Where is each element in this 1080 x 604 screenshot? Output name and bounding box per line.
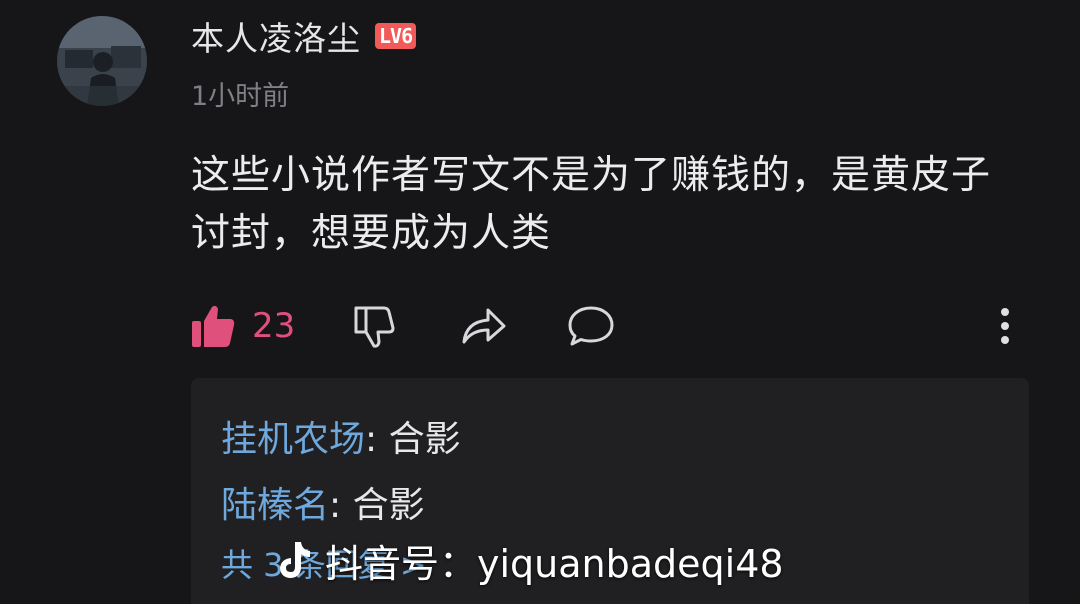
username[interactable]: 本人凌洛尘 <box>191 12 361 60</box>
reply-author[interactable]: 挂机农场 <box>221 419 365 460</box>
reply-text: 合影 <box>388 419 461 460</box>
reply-text: 合影 <box>352 485 425 526</box>
reply-author[interactable]: 陆榛名 <box>221 485 329 526</box>
reply-button[interactable] <box>566 300 616 352</box>
comment-text[interactable]: 这些小说作者写文不是为了赚钱的，是黄皮子讨封，想要成为人类 <box>191 147 1021 263</box>
comment-page: 本人凌洛尘 LV6 1小时前 这些小说作者写文不是为了赚钱的，是黄皮子讨封，想要… <box>0 0 1080 604</box>
reply-separator: : <box>365 419 389 460</box>
thumbs-down-icon <box>354 306 395 348</box>
avatar[interactable] <box>57 16 147 106</box>
comment-actions: 23 <box>190 300 1020 352</box>
reply-separator: : <box>329 485 353 526</box>
share-arrow-icon <box>462 308 506 344</box>
timestamp: 1小时前 <box>191 81 290 112</box>
share-button[interactable] <box>458 300 508 352</box>
reply-item[interactable]: 挂机农场: 合影 <box>221 410 461 462</box>
vertical-dots-icon <box>1001 308 1009 344</box>
douyin-logo-icon <box>280 542 310 578</box>
reply-item[interactable]: 陆榛名: 合影 <box>221 476 425 528</box>
watermark-text: 抖音号：yiquanbadeqi48 <box>325 541 784 586</box>
dislike-button[interactable] <box>350 300 398 352</box>
thumbs-up-icon <box>192 305 235 347</box>
avatar-image <box>57 16 147 106</box>
level-badge: LV6 <box>375 23 417 49</box>
douyin-watermark: 抖音号：yiquanbadeqi48 <box>275 532 784 588</box>
more-options-button[interactable] <box>990 300 1020 352</box>
like-count: 23 <box>252 306 296 346</box>
username-row: 本人凌洛尘 LV6 <box>191 12 417 60</box>
like-button[interactable]: 23 <box>190 300 295 352</box>
comment-bubble-icon <box>568 306 614 346</box>
